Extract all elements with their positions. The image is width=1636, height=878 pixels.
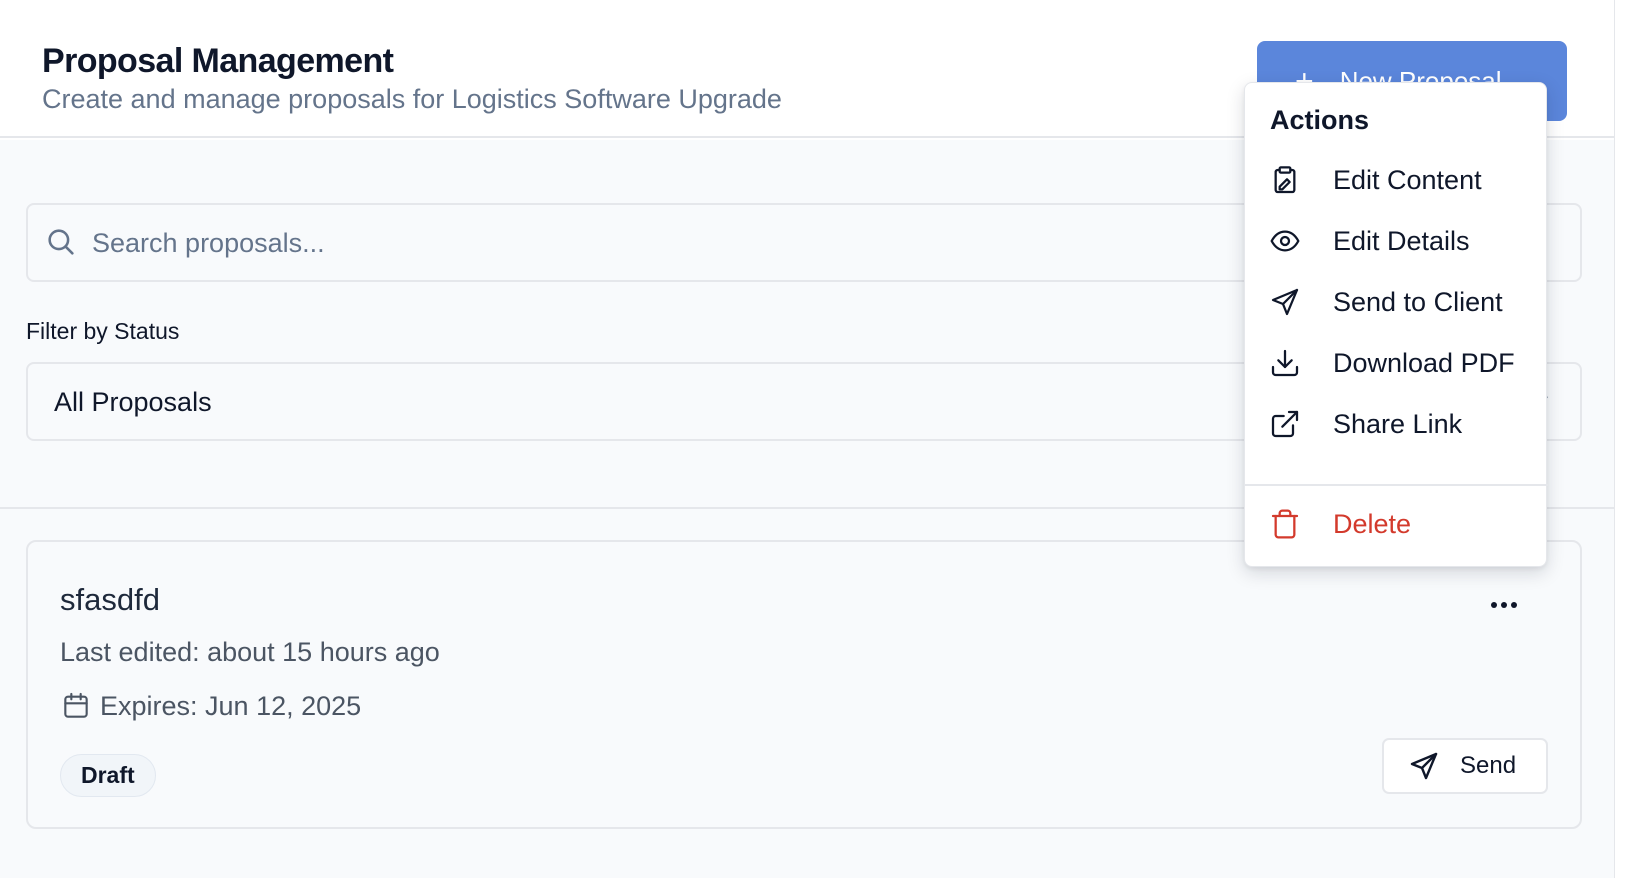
menu-item-label: Edit Details (1333, 225, 1470, 256)
menu-item-label: Download PDF (1333, 347, 1515, 378)
more-dot (1491, 602, 1497, 608)
actions-menu-title: Actions (1270, 105, 1370, 135)
menu-item-label: Edit Content (1333, 164, 1482, 195)
menu-item-edit-content[interactable]: Edit Content (1245, 151, 1548, 209)
send-button-label: Send (1460, 752, 1517, 779)
menu-item-download-pdf[interactable]: Download PDF (1245, 334, 1548, 392)
clipboard-edit-icon (1269, 164, 1301, 196)
status-badge: Draft (60, 754, 156, 797)
window-edge (1614, 0, 1636, 878)
search-icon (48, 229, 74, 255)
eye-icon (1269, 225, 1301, 257)
menu-item-label: Share Link (1333, 408, 1463, 439)
send-button[interactable]: Send (1382, 738, 1548, 794)
send-icon (1410, 752, 1438, 780)
menu-item-edit-details[interactable]: Edit Details (1245, 212, 1548, 270)
menu-item-send-to-client[interactable]: Send to Client (1245, 273, 1548, 331)
external-link-icon (1269, 408, 1301, 440)
trash-icon (1269, 508, 1301, 540)
proposal-title: sfasdfd (60, 582, 160, 617)
download-icon (1269, 347, 1301, 379)
menu-item-label: Send to Client (1333, 286, 1503, 317)
filter-label: Filter by Status (26, 318, 180, 344)
menu-item-share-link[interactable]: Share Link (1245, 395, 1548, 453)
proposal-expires-text: Expires: Jun 12, 2025 (100, 690, 362, 721)
send-icon (1269, 286, 1301, 318)
menu-separator (1245, 484, 1548, 486)
more-dot (1511, 602, 1517, 608)
proposal-last-edited: Last edited: about 15 hours ago (60, 637, 440, 667)
proposal-card: sfasdfd Last edited: about 15 hours ago … (26, 540, 1582, 829)
page-subtitle: Create and manage proposals for Logistic… (42, 84, 782, 114)
proposal-expires: Expires: Jun 12, 2025 (60, 690, 361, 722)
actions-menu: Actions Edit Content Edit Details Send t… (1244, 82, 1548, 567)
more-dot (1501, 602, 1507, 608)
page: Proposal Management Create and manage pr… (0, 0, 1636, 878)
search-input[interactable] (92, 219, 1192, 267)
menu-item-delete[interactable]: Delete (1245, 495, 1548, 553)
more-actions-button[interactable] (1480, 590, 1528, 620)
page-title: Proposal Management (42, 42, 394, 80)
calendar-icon (64, 692, 88, 718)
status-filter-value: All Proposals (54, 387, 212, 417)
menu-item-label: Delete (1333, 508, 1412, 539)
main-area: Proposal Management Create and manage pr… (0, 0, 1614, 878)
